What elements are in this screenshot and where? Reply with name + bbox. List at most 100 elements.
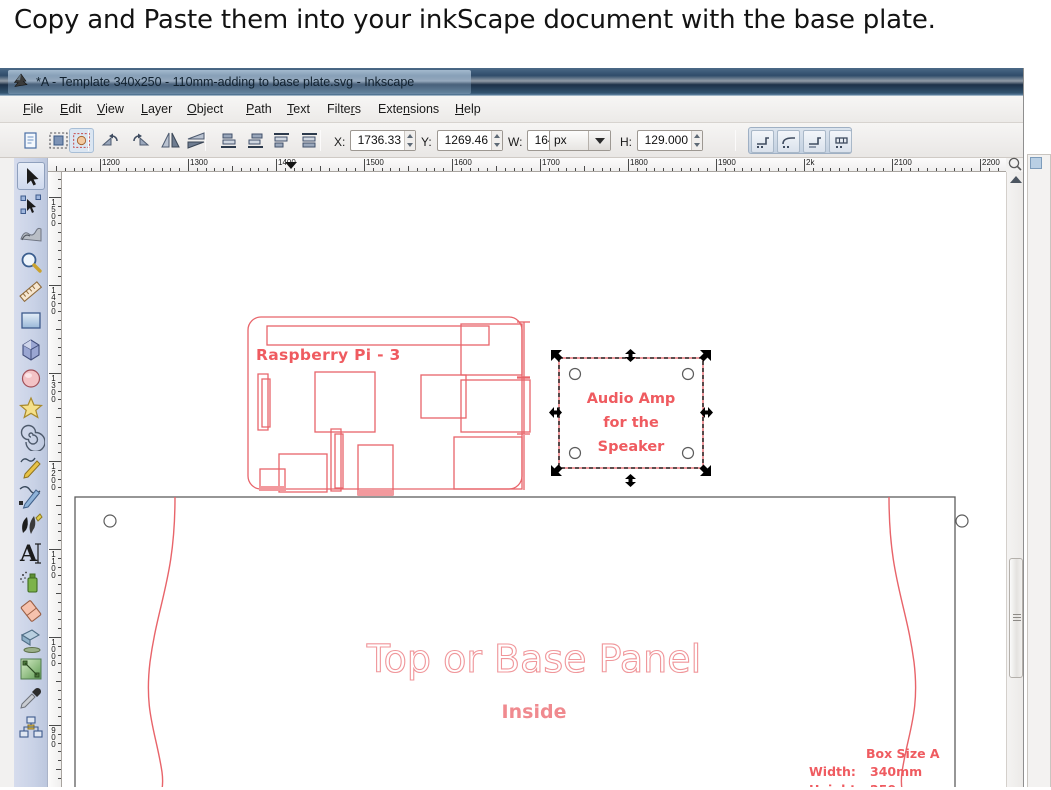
toolbar-separator [88, 130, 89, 151]
toolbar-separator [320, 130, 321, 151]
ellipse-tool[interactable] [17, 365, 45, 393]
ruler-label: 1900 [718, 158, 736, 167]
menu-bar: File Edit View Layer Object Path Text Fi… [0, 96, 1051, 123]
affect-rounded-corners-button[interactable] [777, 130, 800, 153]
rotate-90-ccw-button[interactable] [98, 128, 123, 153]
h-field-stepper[interactable] [691, 131, 702, 150]
ruler-label: 1600 [454, 158, 472, 167]
ruler-label: 1300 [49, 374, 58, 402]
zoom-tool[interactable] [17, 249, 45, 277]
spiral-tool[interactable] [17, 423, 46, 453]
x-field-value: 1736.33 [357, 133, 401, 147]
box-size-width-value: 340mm [870, 764, 922, 779]
instruction-caption: Copy and Paste them into your inkScape d… [0, 0, 1051, 68]
ruler-label: 2k [806, 158, 815, 167]
pencil-tool[interactable] [17, 452, 45, 480]
audio-amp-line-3: Speaker [598, 439, 666, 455]
rotate-90-cw-button[interactable] [128, 128, 153, 153]
base-panel-subtitle: Inside [502, 701, 567, 723]
raise-to-top-button[interactable] [216, 128, 241, 153]
affect-gradients-button[interactable] [803, 130, 826, 153]
star-tool[interactable] [17, 394, 45, 422]
vertical-scrollbar[interactable] [1006, 172, 1023, 790]
docked-panel-icon[interactable] [1030, 157, 1042, 169]
y-field-label: Y: [421, 135, 432, 149]
menu-extensions[interactable]: Extensions [375, 100, 442, 119]
y-field-stepper[interactable] [491, 131, 502, 150]
base-panel-title: Top or Base Panel [366, 637, 701, 681]
ruler-label: 2200 [982, 158, 1000, 167]
zoom-corner-icon[interactable] [1007, 156, 1023, 172]
lower-button[interactable] [269, 128, 294, 153]
y-field-value: 1269.46 [444, 133, 488, 147]
tool-palette: A [14, 158, 48, 790]
calligraphy-tool[interactable] [17, 510, 45, 538]
tweak-tool[interactable] [17, 220, 45, 248]
bucket-fill-tool[interactable] [17, 626, 45, 654]
spray-tool[interactable] [17, 568, 45, 596]
raise-button[interactable] [243, 128, 268, 153]
raspberry-pi-label: Raspberry Pi - 3 [256, 346, 401, 364]
box3d-tool[interactable] [17, 336, 45, 364]
vertical-ruler[interactable]: 1500 1400 1300 1200 1100 1000 900 [48, 172, 62, 790]
ruler-label: 1000 [49, 638, 58, 666]
chevron-down-icon[interactable] [588, 131, 610, 150]
ruler-label: 1500 [49, 198, 58, 226]
audio-amp-selected-object: Audio Amp for the Speaker [549, 349, 713, 487]
caption-text: Copy and Paste them into your inkScape d… [14, 5, 936, 35]
title-bar: *A - Template 340x250 - 110mm-adding to … [0, 68, 1051, 96]
menu-filters[interactable]: Filters [324, 100, 364, 119]
menu-edit[interactable]: Edit [57, 100, 85, 119]
canvas-drawing: Raspberry Pi - 3 Audio Amp for the Speak… [74, 316, 969, 790]
affect-stroke-width-button[interactable] [751, 130, 774, 153]
bezier-tool[interactable] [17, 481, 45, 509]
unit-select[interactable]: px [549, 130, 611, 151]
scrollbar-grip-icon [1013, 614, 1021, 615]
ruler-label: 1300 [190, 158, 208, 167]
gradient-tool[interactable] [17, 655, 45, 683]
x-field-stepper[interactable] [404, 131, 415, 150]
inkscape-logo-icon [13, 73, 28, 87]
lower-to-bottom-button[interactable] [297, 128, 322, 153]
toolbar-separator [205, 130, 206, 151]
connector-tool[interactable] [17, 713, 45, 741]
select-all-in-all-layers-button[interactable] [18, 128, 43, 153]
select-same-button[interactable] [69, 128, 94, 153]
h-field[interactable]: 129.000 [637, 130, 703, 151]
node-tool[interactable] [17, 191, 45, 219]
menu-layer[interactable]: Layer [138, 100, 175, 119]
menu-path[interactable]: Path [243, 100, 275, 119]
selector-tool-controls-bar: X: 1736.33 Y: 1269.46 W: 164.000 H: 129.… [0, 123, 1051, 158]
text-tool[interactable]: A [17, 539, 45, 567]
measure-tool[interactable] [17, 278, 45, 306]
ruler-label: 1700 [542, 158, 560, 167]
ruler-label: 1200 [49, 462, 58, 490]
drawing-canvas[interactable]: Raspberry Pi - 3 Audio Amp for the Speak… [62, 172, 1006, 790]
x-field[interactable]: 1736.33 [350, 130, 416, 151]
toolbar-separator [735, 130, 736, 151]
vertical-scrollbar-thumb[interactable] [1009, 558, 1023, 678]
scroll-up-arrow-icon[interactable] [1010, 176, 1022, 183]
unit-select-value: px [554, 133, 567, 147]
menu-text[interactable]: Text [284, 100, 313, 119]
selector-tool[interactable] [17, 162, 45, 190]
right-docked-panel[interactable] [1027, 154, 1051, 790]
menu-object[interactable]: Object [184, 100, 226, 119]
y-field[interactable]: 1269.46 [437, 130, 503, 151]
menu-help[interactable]: Help [452, 100, 484, 119]
affect-patterns-button[interactable] [829, 130, 852, 153]
rectangle-tool[interactable] [17, 307, 45, 335]
menu-view[interactable]: View [94, 100, 127, 119]
deselect-button[interactable] [46, 128, 71, 153]
h-field-value: 129.000 [644, 133, 688, 147]
ruler-label: 1800 [630, 158, 648, 167]
box-size-width-label: Width: [809, 764, 856, 779]
dropper-tool[interactable] [17, 684, 45, 712]
menu-file[interactable]: File [20, 100, 46, 119]
audio-amp-line-2: for the [603, 415, 659, 431]
horizontal-ruler[interactable]: 1200 1300 1400 1500 1600 1700 1800 1900 2k 2100 22… [48, 158, 1006, 172]
eraser-tool[interactable] [17, 597, 45, 625]
audio-amp-line-1: Audio Amp [587, 391, 676, 407]
ruler-label: 1400 [278, 158, 296, 167]
flip-horizontal-button[interactable] [158, 128, 183, 153]
